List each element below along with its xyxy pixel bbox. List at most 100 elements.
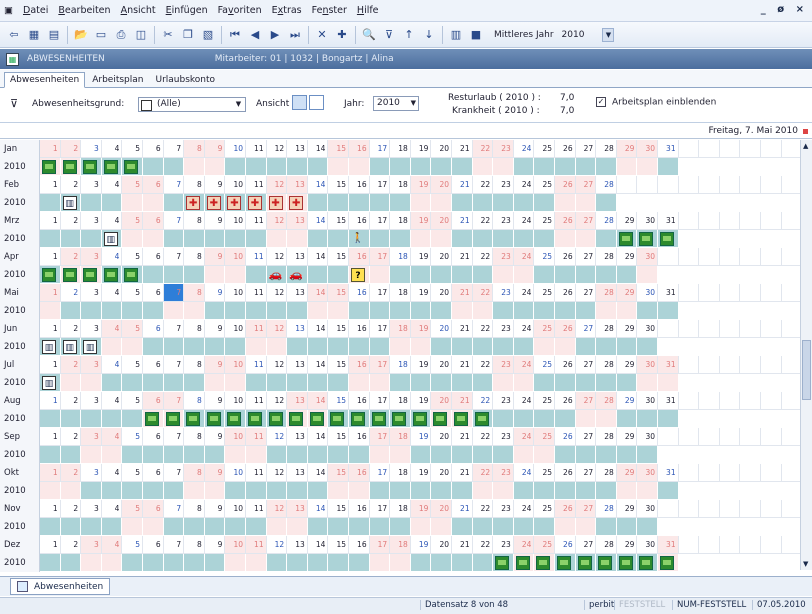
day-cell[interactable] [431, 554, 452, 572]
scroll-up-icon[interactable]: ▲ [803, 142, 808, 150]
day-number[interactable]: 2 [60, 320, 82, 338]
day-number[interactable]: 21 [452, 320, 473, 338]
day-number[interactable]: 27 [575, 500, 597, 518]
day-cell[interactable] [349, 410, 370, 428]
day-cell[interactable] [40, 554, 61, 572]
day-number[interactable] [761, 536, 782, 554]
day-number[interactable]: 26 [555, 500, 576, 518]
day-number[interactable] [740, 248, 761, 266]
checkbox-icon[interactable]: ✓ [596, 97, 606, 107]
day-cell[interactable] [637, 518, 658, 536]
day-cell[interactable] [410, 338, 432, 356]
day-number[interactable]: 3 [81, 464, 102, 482]
day-number[interactable]: 12 [266, 176, 288, 194]
day-cell[interactable] [122, 194, 143, 212]
day-cell[interactable] [410, 302, 432, 320]
day-cell[interactable] [472, 302, 494, 320]
day-number[interactable]: 19 [410, 428, 432, 446]
day-cell[interactable] [596, 302, 617, 320]
day-number[interactable]: 25 [534, 248, 555, 266]
day-cell[interactable] [493, 410, 514, 428]
day-cell[interactable] [493, 194, 514, 212]
day-number[interactable]: 15 [328, 176, 349, 194]
day-number[interactable]: 22 [472, 428, 494, 446]
day-cell[interactable] [472, 158, 494, 176]
day-cell[interactable] [431, 518, 452, 536]
day-number[interactable]: 14 [307, 500, 329, 518]
day-number[interactable]: 4 [101, 356, 123, 374]
day-number[interactable]: 1 [40, 212, 61, 230]
day-number[interactable]: 12 [266, 464, 288, 482]
day-cell[interactable] [60, 158, 82, 176]
day-number[interactable]: 22 [472, 140, 494, 158]
day-cell[interactable] [452, 158, 473, 176]
day-number[interactable]: 15 [328, 392, 349, 410]
day-cell[interactable] [101, 338, 123, 356]
day-number[interactable]: 28 [596, 428, 617, 446]
day-number[interactable]: 10 [225, 176, 246, 194]
day-cell[interactable] [513, 446, 535, 464]
day-number[interactable] [678, 176, 700, 194]
filter-icon[interactable]: ⊽ [381, 27, 397, 43]
day-number[interactable]: 14 [307, 356, 329, 374]
day-cell[interactable]: ✚ [266, 194, 288, 212]
day-number[interactable] [740, 464, 761, 482]
day-number[interactable] [678, 284, 700, 302]
day-number[interactable]: 9 [204, 140, 226, 158]
day-cell[interactable] [513, 410, 535, 428]
day-cell[interactable]: ✚ [204, 194, 226, 212]
day-cell[interactable] [328, 194, 349, 212]
day-number[interactable]: 25 [534, 176, 555, 194]
day-number[interactable]: 15 [328, 140, 349, 158]
day-number[interactable]: 15 [328, 500, 349, 518]
day-cell[interactable] [204, 410, 226, 428]
prev-record-icon[interactable]: ◀ [247, 27, 263, 43]
day-number[interactable]: 3 [81, 428, 102, 446]
day-cell[interactable] [596, 482, 617, 500]
day-cell[interactable] [390, 158, 411, 176]
day-number[interactable] [699, 320, 720, 338]
day-cell[interactable] [143, 158, 164, 176]
day-cell[interactable] [658, 302, 679, 320]
day-cell[interactable]: ? [349, 266, 370, 284]
day-number[interactable]: 22 [472, 536, 494, 554]
day-cell[interactable] [431, 482, 452, 500]
day-number[interactable]: 31 [658, 536, 679, 554]
day-number[interactable]: 3 [81, 140, 102, 158]
day-number[interactable]: 27 [575, 464, 597, 482]
day-number[interactable]: 5 [122, 284, 143, 302]
day-number[interactable]: 1 [40, 464, 61, 482]
day-number[interactable]: 14 [307, 284, 329, 302]
day-number[interactable]: 17 [369, 140, 391, 158]
day-number[interactable]: 15 [328, 464, 349, 482]
day-number[interactable]: 14 [307, 428, 329, 446]
day-number[interactable]: 8 [184, 140, 205, 158]
day-cell[interactable] [596, 518, 617, 536]
day-number[interactable]: 21 [452, 176, 473, 194]
day-cell[interactable] [225, 230, 246, 248]
window-icon[interactable]: ▥ [448, 27, 464, 43]
arbeitsplan-checkbox[interactable]: ✓ Arbeitsplan einblenden [596, 97, 716, 108]
day-cell[interactable] [616, 374, 638, 392]
year-view-icon[interactable] [292, 95, 307, 110]
day-cell[interactable] [163, 482, 185, 500]
day-number[interactable]: 16 [349, 392, 370, 410]
day-cell[interactable] [369, 158, 391, 176]
day-number[interactable]: 9 [204, 248, 226, 266]
day-cell[interactable] [143, 482, 164, 500]
day-number[interactable]: 2 [60, 176, 82, 194]
day-number[interactable]: 23 [493, 464, 514, 482]
day-number[interactable] [719, 140, 741, 158]
day-cell[interactable] [225, 518, 246, 536]
day-number[interactable]: 2 [60, 500, 82, 518]
day-cell[interactable] [534, 194, 555, 212]
day-cell[interactable] [493, 338, 514, 356]
day-number[interactable]: 24 [513, 428, 535, 446]
day-number[interactable]: 11 [246, 248, 267, 266]
day-number[interactable] [678, 500, 700, 518]
day-number[interactable] [699, 392, 720, 410]
day-cell[interactable] [163, 338, 185, 356]
day-cell[interactable] [534, 266, 555, 284]
day-number[interactable]: 21 [452, 464, 473, 482]
day-number[interactable] [699, 140, 720, 158]
